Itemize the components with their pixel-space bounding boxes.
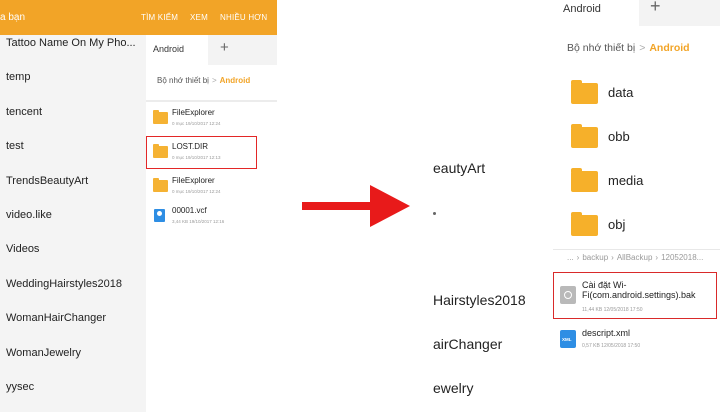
- highlight-box: [146, 136, 257, 169]
- file-meta: 0 mục 19/10/2017 12:24: [172, 121, 221, 126]
- contact-file-icon: [154, 209, 165, 222]
- path-segment[interactable]: AllBackup: [617, 253, 653, 262]
- folder-name: data: [608, 85, 634, 100]
- folder-icon: [153, 178, 168, 192]
- list-item[interactable]: video.like: [0, 198, 146, 232]
- folder-row-media[interactable]: media: [553, 162, 720, 202]
- list-item[interactable]: Tattoo Name On My Pho...: [0, 26, 146, 60]
- list-item[interactable]: test: [0, 129, 146, 163]
- chevron-right-icon: >: [211, 76, 217, 85]
- arrow-right-icon: [302, 185, 410, 227]
- list-item[interactable]: Videos: [0, 232, 146, 266]
- add-tab-button[interactable]: +: [650, 0, 661, 17]
- tab-android[interactable]: Android: [553, 0, 639, 26]
- bullet-icon: [433, 212, 436, 215]
- folder-list: Tattoo Name On My Pho... temp tencent te…: [0, 26, 146, 412]
- file-name: descript.xml: [582, 328, 631, 338]
- folder-icon: [153, 110, 168, 124]
- path-segment[interactable]: 12052018...: [661, 253, 703, 262]
- highlight-box: [553, 272, 717, 319]
- tab-bar: Android +: [553, 0, 720, 26]
- more-action[interactable]: NHIỀU HƠN: [220, 13, 267, 22]
- android-folder-panel: Android + Bộ nhớ thiết bị > Android data o…: [553, 0, 720, 419]
- comparison-screenshot: a bạn TÌM KIẾM XEM NHIỀU HƠN Tattoo Name…: [0, 0, 720, 419]
- folder-list: eautyArt Hairstyles2018 airChanger ewelr…: [433, 0, 553, 419]
- list-item[interactable]: eautyArt: [433, 160, 485, 176]
- breadcrumb: Bộ nhớ thiết bị > Android: [567, 42, 690, 54]
- folder-icon: [571, 80, 598, 104]
- list-item[interactable]: zalo: [0, 404, 146, 412]
- list-item[interactable]: airChanger: [433, 336, 502, 352]
- android-folder-panel: Android + Bộ nhớ thiết bị > Android FileEx…: [146, 35, 277, 412]
- breadcrumb-root[interactable]: Bộ nhớ thiết bị: [567, 42, 635, 54]
- folder-row-obb[interactable]: obb: [553, 118, 720, 158]
- add-tab-button[interactable]: +: [220, 39, 229, 56]
- right-screenshot: eautyArt Hairstyles2018 airChanger ewelr…: [433, 0, 720, 419]
- file-meta: 3,44 KB 19/10/2017 12:16: [172, 219, 225, 224]
- folder-name: media: [608, 173, 644, 188]
- list-item[interactable]: tencent: [0, 95, 146, 129]
- list-item[interactable]: WomanHairChanger: [0, 301, 146, 335]
- breadcrumb: Bộ nhớ thiết bị > Android: [157, 76, 250, 85]
- folder-icon: [571, 124, 598, 148]
- path-segment[interactable]: backup: [582, 253, 608, 262]
- list-item[interactable]: WeddingHairstyles2018: [0, 267, 146, 301]
- breadcrumb-current: Android: [219, 76, 251, 85]
- view-action[interactable]: XEM: [190, 13, 208, 22]
- file-row[interactable]: 00001.vcf 3,44 KB 19/10/2017 12:16: [146, 203, 277, 233]
- divider: [553, 249, 720, 250]
- list-item[interactable]: yysec: [0, 370, 146, 404]
- list-item[interactable]: temp: [0, 60, 146, 94]
- path-breadcrumb: ... › backup › AllBackup › 12052018...: [567, 253, 704, 262]
- left-screenshot: a bạn TÌM KIẾM XEM NHIỀU HƠN Tattoo Name…: [0, 0, 277, 412]
- list-item[interactable]: TrendsBeautyArt: [0, 164, 146, 198]
- breadcrumb-current: Android: [649, 42, 690, 54]
- file-name: FileExplorer: [172, 176, 215, 185]
- divider: [146, 100, 277, 102]
- list-item[interactable]: ewelry: [433, 380, 473, 396]
- search-action[interactable]: TÌM KIẾM: [141, 13, 178, 22]
- tab-bar: Android +: [146, 35, 277, 65]
- file-meta: 0 mục 19/10/2017 12:24: [172, 189, 221, 194]
- folder-row-obj[interactable]: obj: [553, 206, 720, 246]
- list-item[interactable]: WomanJewelry: [0, 336, 146, 370]
- list-item[interactable]: Hairstyles2018: [433, 292, 526, 308]
- file-meta: 0,57 KB 12/05/2018 17:50: [582, 343, 641, 349]
- path-segment[interactable]: ...: [567, 253, 574, 262]
- file-name: FileExplorer: [172, 108, 215, 117]
- toolbar-title: a bạn: [0, 12, 26, 23]
- breadcrumb-root[interactable]: Bộ nhớ thiết bị: [157, 76, 209, 85]
- folder-name: obj: [608, 217, 626, 232]
- tab-android[interactable]: Android: [146, 35, 208, 65]
- file-row[interactable]: FileExplorer 0 mục 19/10/2017 12:24: [146, 173, 277, 203]
- chevron-right-icon: >: [639, 42, 646, 54]
- folder-icon: [571, 168, 598, 192]
- xml-file-icon: XML: [560, 330, 576, 348]
- folder-row-data[interactable]: data: [553, 74, 720, 114]
- file-name: 00001.vcf: [172, 206, 207, 215]
- folder-name: obb: [608, 129, 630, 144]
- folder-icon: [571, 212, 598, 236]
- file-row[interactable]: FileExplorer 0 mục 19/10/2017 12:24: [146, 105, 277, 135]
- file-row-xml[interactable]: XML descript.xml 0,57 KB 12/05/2018 17:5…: [553, 322, 720, 358]
